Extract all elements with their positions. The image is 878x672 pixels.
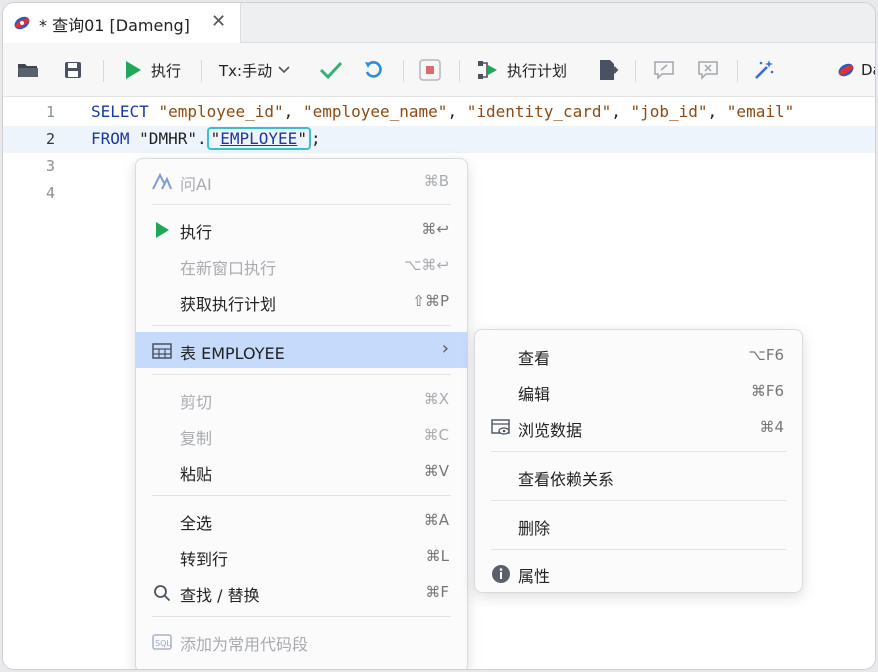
submenu-item-delete[interactable]: 删除	[475, 507, 802, 543]
rollback-button[interactable]	[363, 43, 385, 97]
submenu-item-browse-data[interactable]: 浏览数据 ⌘4	[475, 409, 802, 445]
table-icon	[152, 341, 172, 361]
ai-icon	[152, 172, 172, 192]
toolbar-divider	[459, 60, 460, 82]
menu-item-find-replace[interactable]: 查找 / 替换 ⌘F	[136, 574, 467, 610]
menu-item-select-all[interactable]: 全选 ⌘A	[136, 502, 467, 538]
line-number: 2	[45, 130, 55, 148]
menu-divider	[491, 451, 786, 452]
tab-query01[interactable]: * 查询01 [Dameng] ✕	[3, 3, 241, 43]
table-identifier: EMPLOYEE	[220, 129, 298, 148]
menu-divider	[152, 495, 451, 496]
play-icon	[126, 61, 141, 79]
play-icon	[152, 220, 172, 240]
tx-label: Tx:手动	[219, 61, 273, 80]
tab-title: * 查询01 [Dameng]	[39, 16, 190, 35]
menu-item-paste[interactable]: 粘贴 ⌘V	[136, 453, 467, 489]
toolbar-divider	[201, 60, 202, 82]
browse-data-icon	[491, 418, 511, 438]
svg-text:SQL: SQL	[155, 639, 171, 648]
menu-item-run-new-window[interactable]: 在新窗口执行 ⌥⌘↩	[136, 247, 467, 283]
explain-plan-button[interactable]: 执行计划	[477, 43, 567, 97]
sql-snippet-icon: SQL	[152, 632, 172, 652]
toolbar: 执行 Tx:手动 执行计划 D	[3, 43, 875, 97]
dameng-logo-icon	[838, 63, 854, 77]
toolbar-divider	[635, 60, 636, 82]
run-label: 执行	[151, 61, 182, 80]
export-plan-button[interactable]	[597, 43, 619, 97]
comment-icon	[654, 61, 674, 80]
menu-divider	[491, 549, 786, 550]
menu-item-ask-ai[interactable]: 问AI ⌘B	[136, 163, 467, 199]
code-line: 1 SELECT "employee_id", "employee_name",…	[3, 99, 875, 126]
uncomment-button[interactable]	[697, 43, 719, 97]
context-menu: 问AI ⌘B 执行 ⌘↩ 在新窗口执行 ⌥⌘↩ 获取执行计划 ⇧⌘P 表 EMP…	[135, 158, 468, 669]
menu-item-run[interactable]: 执行 ⌘↩	[136, 211, 467, 247]
app-window: * 查询01 [Dameng] ✕ 执行 Tx:手动 执行计划 D 1 SELE…	[2, 2, 876, 670]
chevron-right-icon: ›	[441, 338, 449, 359]
connection-label: Da	[861, 61, 875, 79]
magic-wand-icon	[755, 60, 774, 79]
menu-item-copy[interactable]: 复制 ⌘C	[136, 417, 467, 453]
menu-item-add-snippet[interactable]: SQL 添加为常用代码段	[136, 623, 467, 659]
code-text: SELECT "employee_id", "employee_name", "…	[91, 102, 795, 121]
line-number: 4	[45, 184, 55, 202]
submenu-item-properties[interactable]: 属性	[475, 555, 802, 591]
commit-button[interactable]	[319, 43, 343, 97]
menu-item-get-plan[interactable]: 获取执行计划 ⇧⌘P	[136, 283, 467, 319]
menu-divider	[491, 500, 786, 501]
run-button[interactable]: 执行	[123, 43, 181, 97]
save-button[interactable]	[63, 43, 83, 97]
code-line-current: 2 FROM "DMHR". "EMPLOYEE";	[3, 126, 875, 153]
toolbar-divider	[103, 60, 104, 82]
code-text: FROM "DMHR". "EMPLOYEE";	[91, 127, 321, 150]
tab-bar: * 查询01 [Dameng] ✕	[3, 3, 875, 43]
menu-item-cut[interactable]: 剪切 ⌘X	[136, 381, 467, 417]
menu-divider	[152, 204, 451, 205]
line-number: 1	[45, 103, 55, 121]
undo-icon	[365, 61, 382, 78]
menu-item-goto-line[interactable]: 转到行 ⌘L	[136, 538, 467, 574]
submenu-item-edit[interactable]: 编辑 ⌘F6	[475, 373, 802, 409]
table-identifier-highlight[interactable]: "EMPLOYEE"	[206, 127, 311, 150]
info-icon	[491, 564, 511, 584]
submenu-item-view[interactable]: 查看 ⌥F6	[475, 337, 802, 373]
close-icon[interactable]: ✕	[211, 11, 226, 32]
menu-item-table[interactable]: 表 EMPLOYEE ›	[136, 332, 467, 368]
plan-label: 执行计划	[507, 61, 568, 80]
submenu-item-dependencies[interactable]: 查看依赖关系	[475, 458, 802, 494]
uncomment-icon	[698, 61, 718, 80]
open-folder-button[interactable]	[17, 43, 39, 97]
line-number: 3	[45, 157, 55, 175]
table-submenu: 查看 ⌥F6 编辑 ⌘F6 浏览数据 ⌘4 查看依赖关系 删除 属性	[474, 329, 803, 593]
comment-button[interactable]	[653, 43, 675, 97]
stop-icon	[419, 59, 441, 81]
search-icon	[152, 583, 172, 603]
checkmark-icon	[319, 61, 343, 80]
transaction-mode-dropdown[interactable]: Tx:手动	[219, 43, 290, 97]
execution-plan-icon	[478, 61, 497, 79]
document-export-icon	[600, 60, 619, 80]
menu-divider	[152, 616, 451, 617]
chevron-down-icon	[278, 66, 290, 74]
menu-divider	[152, 325, 451, 326]
save-icon	[65, 62, 81, 78]
dameng-logo-icon	[14, 16, 30, 30]
menu-divider	[152, 374, 451, 375]
connection-selector[interactable]: Da	[837, 43, 875, 97]
folder-icon	[18, 64, 38, 77]
toolbar-divider	[737, 60, 738, 82]
stop-button[interactable]	[419, 43, 441, 97]
format-sql-button[interactable]	[753, 43, 775, 97]
toolbar-divider	[403, 60, 404, 82]
